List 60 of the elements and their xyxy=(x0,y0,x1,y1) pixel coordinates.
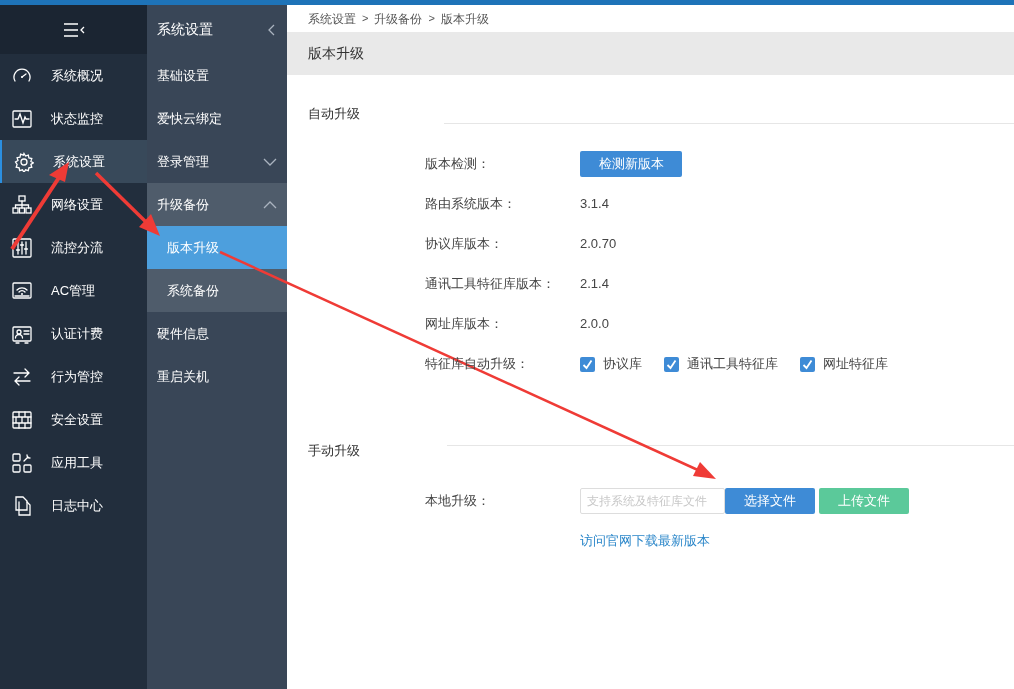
section-title: 手动升级 xyxy=(307,442,361,461)
checkbox[interactable] xyxy=(580,356,595,372)
nav-item[interactable]: 系统设置 xyxy=(0,140,147,183)
field-label: 通讯工具特征库版本： xyxy=(425,275,556,294)
breadcrumb-link[interactable]: 升级备份 xyxy=(374,9,423,28)
submenu-title: 系统设置 xyxy=(157,20,213,39)
field-label: 本地升级： xyxy=(425,492,491,511)
nav-item[interactable]: 日志中心 xyxy=(0,484,147,527)
tools-grid-icon xyxy=(12,452,32,473)
firewall-icon xyxy=(12,409,32,430)
nav-item[interactable]: 安全设置 xyxy=(0,398,147,441)
id-card-icon xyxy=(12,323,32,344)
download-link[interactable]: 访问官网下载最新版本 xyxy=(580,530,710,550)
nav-item[interactable]: 系统概况 xyxy=(0,54,147,97)
nav-item[interactable]: AC管理 xyxy=(0,269,147,312)
breadcrumb-current: 版本升级 xyxy=(440,10,489,28)
breadcrumb-link[interactable]: 系统设置 xyxy=(308,9,356,28)
nav-item[interactable]: 应用工具 xyxy=(0,441,147,484)
checkbox[interactable] xyxy=(800,356,815,372)
nav-item[interactable]: 网络设置 xyxy=(0,183,147,226)
submenu-item[interactable]: 爱快云绑定 xyxy=(147,97,287,140)
menu-collapse-icon[interactable] xyxy=(62,21,85,38)
nav-item[interactable]: 状态监控 xyxy=(0,97,147,140)
section-title: 自动升级 xyxy=(307,104,361,123)
field-label: 协议库版本： xyxy=(425,235,504,254)
chevron-down-icon xyxy=(263,157,277,166)
choose-file-button[interactable]: 选择文件 xyxy=(725,488,815,514)
breadcrumb-separator: > xyxy=(362,11,369,27)
submenu-item[interactable]: 登录管理 xyxy=(147,140,287,183)
wifi-device-icon xyxy=(12,280,32,301)
page-title: 版本升级 xyxy=(308,44,364,63)
nav-item[interactable]: 行为管控 xyxy=(0,355,147,398)
version-value: 2.0.70 xyxy=(580,235,617,254)
version-value: 2.1.4 xyxy=(580,275,609,294)
submenu-item[interactable]: 系统备份 xyxy=(147,269,287,312)
settings-icon xyxy=(14,151,34,172)
network-icon xyxy=(12,194,32,215)
nav-item[interactable]: 认证计费 xyxy=(0,312,147,355)
pulse-icon xyxy=(12,108,32,129)
field-label: 路由系统版本： xyxy=(425,195,517,214)
checkbox-label: 协议库 xyxy=(603,355,642,374)
sliders-icon xyxy=(12,237,32,258)
checkbox[interactable] xyxy=(664,356,679,372)
field-label: 网址库版本： xyxy=(425,315,504,334)
submenu-item[interactable]: 硬件信息 xyxy=(147,312,287,355)
submenu-item[interactable]: 基础设置 xyxy=(147,54,287,97)
version-value: 3.1.4 xyxy=(580,195,609,214)
nav-item[interactable]: 流控分流 xyxy=(0,226,147,269)
field-label: 版本检测： xyxy=(425,155,491,174)
collapse-chevron-icon[interactable] xyxy=(268,23,275,36)
version-value: 2.0.0 xyxy=(580,315,609,334)
checkbox-label: 网址特征库 xyxy=(823,355,888,374)
documents-icon xyxy=(12,495,32,516)
check-update-button[interactable]: 检测新版本 xyxy=(580,151,682,177)
submenu-item[interactable]: 重启关机 xyxy=(147,355,287,398)
breadcrumb-separator: > xyxy=(428,11,435,27)
chevron-up-icon xyxy=(263,200,277,209)
checkbox-label: 通讯工具特征库 xyxy=(687,355,778,374)
swap-arrows-icon xyxy=(12,366,32,387)
submenu-item[interactable]: 升级备份 xyxy=(147,183,287,226)
